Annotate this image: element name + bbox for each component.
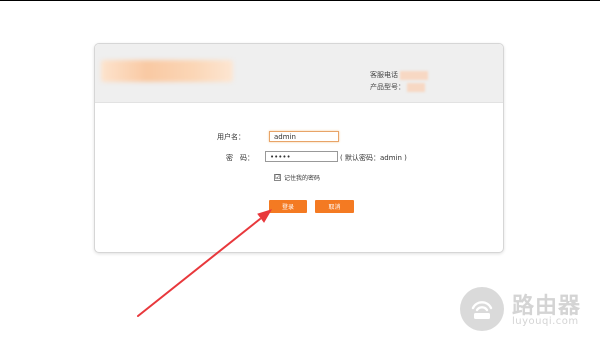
username-label: 用户名： — [217, 133, 245, 141]
brand-logo-redacted — [101, 60, 233, 82]
watermark: 路由器 luyouqi.com — [460, 287, 600, 337]
default-password-hint: ( 默认密码：admin ) — [340, 154, 407, 162]
login-button[interactable]: 登录 — [269, 200, 307, 213]
password-input[interactable] — [265, 151, 338, 162]
watermark-url: luyouqi.com — [512, 316, 579, 327]
username-input[interactable] — [269, 131, 339, 142]
router-logo-icon — [460, 287, 504, 331]
cancel-button[interactable]: 取消 — [315, 200, 354, 213]
top-border — [0, 0, 600, 1]
remember-checkbox[interactable]: ☑ — [274, 174, 281, 181]
hotline-row: 客服电话 — [370, 69, 428, 81]
model-redacted — [407, 82, 425, 92]
hotline-label: 客服电话 — [370, 71, 398, 79]
password-label: 密 码： — [226, 154, 254, 162]
remember-password[interactable]: ☑ 记住我的密码 — [274, 173, 320, 182]
model-row: 产品型号： — [370, 81, 428, 93]
contact-info: 客服电话 产品型号： — [370, 69, 428, 93]
login-panel: 客服电话 产品型号： — [94, 43, 504, 253]
model-label: 产品型号： — [370, 83, 405, 91]
remember-label: 记住我的密码 — [284, 175, 321, 182]
panel-header: 客服电话 产品型号： — [95, 44, 503, 103]
hotline-redacted — [400, 70, 428, 80]
